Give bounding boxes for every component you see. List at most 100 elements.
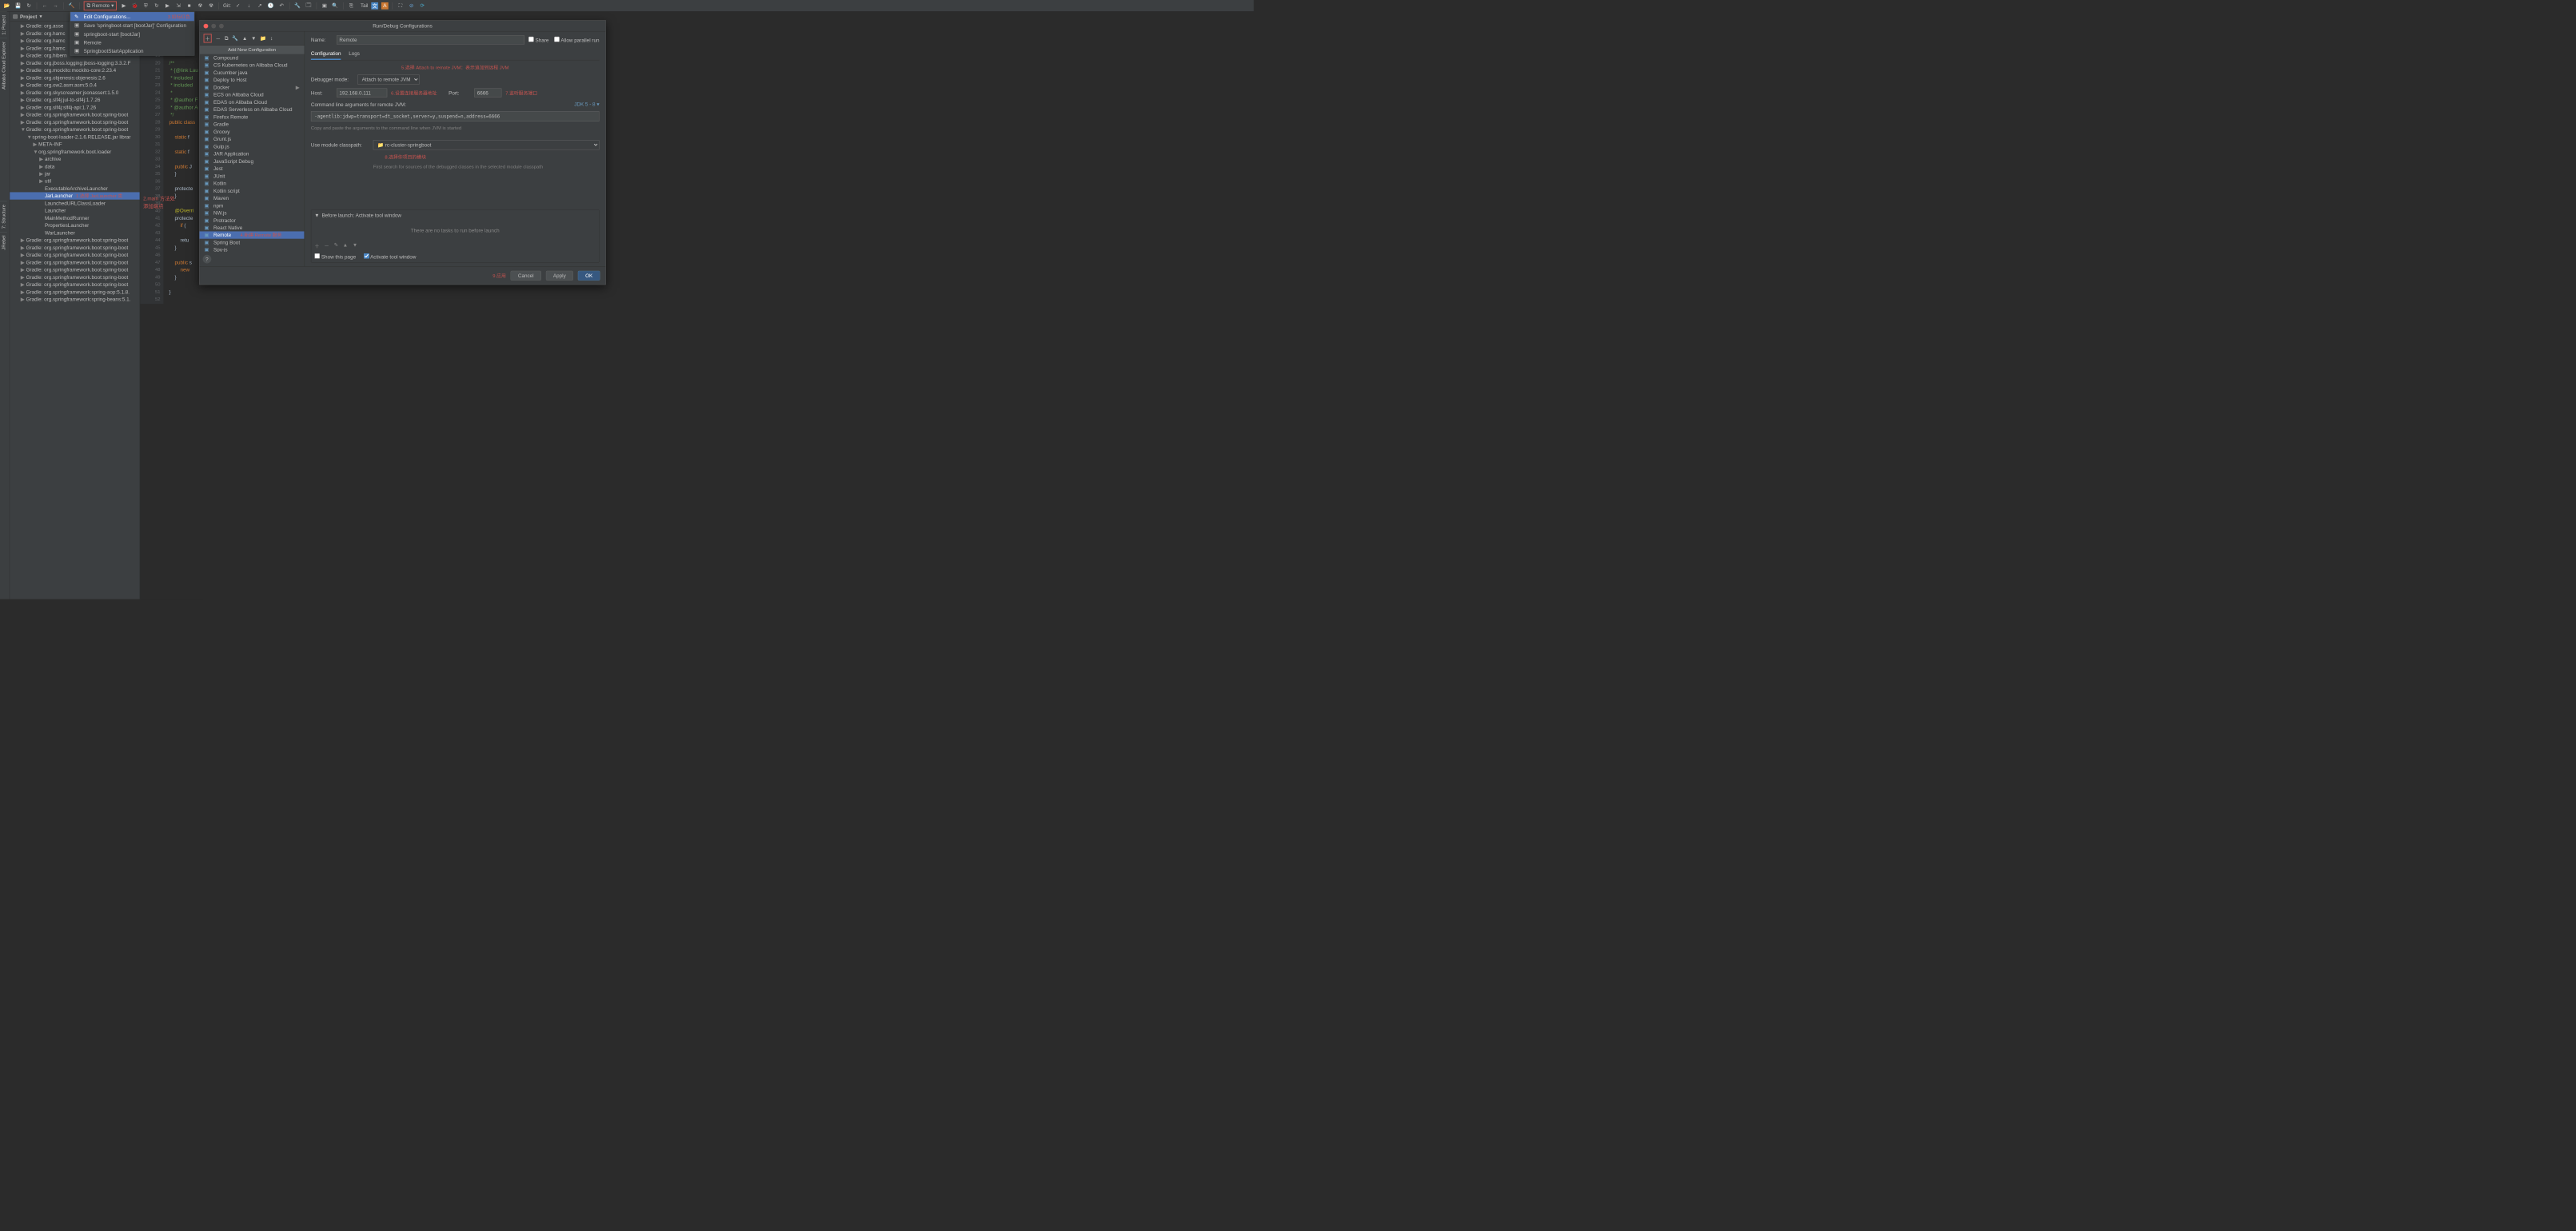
git-revert-icon[interactable]: ↶ — [277, 2, 285, 10]
task-remove-icon[interactable]: － — [324, 242, 329, 249]
tree-item[interactable]: ▶META-INF — [10, 141, 140, 148]
tree-item[interactable]: ▶Gradle: org.springframework.boot:spring… — [10, 237, 140, 244]
config-type-item[interactable]: ▣Docker▶ — [200, 84, 305, 91]
ok-icon[interactable]: ⛶ — [397, 2, 405, 10]
jdk-select[interactable]: JDK 5 - 8 ▾ — [574, 102, 599, 108]
task-down-icon[interactable]: ▼ — [353, 242, 357, 249]
git-push-icon[interactable]: ↗ — [256, 2, 264, 10]
tree-item[interactable]: ▶Gradle: org.springframework:spring-aop:… — [10, 289, 140, 296]
tree-item[interactable]: ▶Gradle: org.skyscreamer:jsonassert:1.5.… — [10, 89, 140, 96]
run-menu-item[interactable]: ✎Edit Configurations...3.如标红色 — [70, 12, 194, 21]
stop-icon[interactable]: ■ — [185, 2, 193, 10]
project-structure-icon[interactable]: 🗔 — [305, 2, 313, 10]
up-icon[interactable]: ▲ — [242, 35, 247, 41]
git-history-icon[interactable]: 🕓 — [267, 2, 275, 10]
before-launch-header[interactable]: ▼ Before launch: Activate tool window — [311, 210, 599, 221]
tree-item[interactable]: ▼Gradle: org.springframework.boot:spring… — [10, 125, 140, 133]
tree-item[interactable]: ▶Gradle: org.slf4j:jul-to-slf4j:1.7.26 — [10, 96, 140, 103]
run-menu-item[interactable]: ▣Remote — [70, 38, 194, 47]
jrebel-icon[interactable]: ☢ — [196, 2, 204, 10]
tree-item[interactable]: WarLauncher — [10, 229, 140, 237]
down-icon[interactable]: ▼ — [251, 35, 256, 41]
run-config-combo[interactable]: ⧉ Remote ▾ — [84, 1, 118, 10]
tree-item[interactable]: MainMethodRunner — [10, 214, 140, 221]
name-input[interactable] — [337, 35, 524, 44]
module-select[interactable]: 📁 rc-cluster-springboot — [373, 140, 600, 149]
config-type-item[interactable]: ▣NW.js — [200, 209, 305, 217]
run-menu-item[interactable]: ▣SpringbootStartApplication — [70, 46, 194, 55]
tree-item[interactable]: LaunchedURLClassLoader — [10, 200, 140, 207]
tab-configuration[interactable]: Configuration — [311, 48, 341, 60]
share-checkbox[interactable]: Share — [528, 37, 550, 43]
project-dropdown-icon[interactable]: ▾ — [39, 14, 42, 20]
profile-icon[interactable]: ↻ — [153, 2, 161, 10]
tree-item[interactable]: ▶Gradle: org.mockito:mockito-core:2.23.4 — [10, 66, 140, 74]
tree-item[interactable]: ▶Gradle: org.objenesis:objenesis:2.6 — [10, 74, 140, 81]
config-type-item[interactable]: ▣Kotlin — [200, 180, 305, 187]
help-icon[interactable]: ? — [203, 255, 212, 264]
tree-item[interactable]: ▶Gradle: org.springframework.boot:spring… — [10, 111, 140, 118]
config-type-item[interactable]: ▣Grunt.js — [200, 135, 305, 142]
run2-icon[interactable]: ▶ — [164, 2, 172, 10]
config-type-item[interactable]: ▣Maven — [200, 194, 305, 201]
tree-item[interactable]: ▶data — [10, 162, 140, 169]
stripe-structure[interactable]: 7: Structure — [0, 201, 7, 232]
jrebel2-icon[interactable]: ☢ — [207, 2, 215, 10]
tree-item[interactable]: ▼org.springframework.boot.loader — [10, 148, 140, 155]
ali-icon[interactable]: ⎘ — [347, 2, 355, 10]
attach-icon[interactable]: ⇲ — [174, 2, 182, 10]
config-type-item[interactable]: ▣Remote 4.新建 Remote 服务 — [200, 232, 305, 239]
search-icon[interactable]: 🔍 — [331, 2, 339, 10]
tree-item[interactable]: ▼spring-boot-loader-2.1.6.RELEASE.jar li… — [10, 133, 140, 140]
config-type-item[interactable]: ▣Groovy — [200, 128, 305, 135]
tree-item[interactable]: ▶Gradle: org.springframework.boot:spring… — [10, 118, 140, 125]
dialog-titlebar[interactable]: Run/Debug Configurations — [200, 21, 606, 32]
config-type-item[interactable]: ▣ECS on Alibaba Cloud — [200, 91, 305, 98]
stripe-project[interactable]: 1: Project — [0, 12, 7, 38]
tree-item[interactable]: ▶Gradle: org.springframework.boot:spring… — [10, 266, 140, 273]
tree-item[interactable]: PropertiesLauncher — [10, 221, 140, 229]
host-input[interactable] — [337, 88, 387, 97]
config-type-item[interactable]: ▣Kotlin script — [200, 187, 305, 194]
tab-logs[interactable]: Logs — [349, 48, 360, 60]
config-type-item[interactable]: ▣Jest — [200, 165, 305, 172]
config-type-item[interactable]: ▣Deploy to Host — [200, 76, 305, 83]
tree-item[interactable]: ▶Gradle: org.jboss.logging:jboss-logging… — [10, 59, 140, 66]
config-type-item[interactable]: ▣Protractor — [200, 217, 305, 224]
tree-item[interactable]: ExecutableArchiveLauncher — [10, 185, 140, 192]
debugger-mode-select[interactable]: Attach to remote JVM — [357, 74, 419, 84]
tree-item[interactable]: ▶util — [10, 177, 140, 185]
folder-icon[interactable]: 📁 — [260, 35, 266, 42]
translate2-icon[interactable]: A — [381, 2, 389, 10]
redo-icon[interactable]: → — [52, 2, 60, 10]
debug-icon[interactable]: 🐞 — [131, 2, 139, 10]
config-type-item[interactable]: ▣Cucumber java — [200, 69, 305, 76]
tree-item[interactable]: ▶Gradle: org.springframework.boot:spring… — [10, 273, 140, 281]
config-type-item[interactable]: ▣Firefox Remote — [200, 114, 305, 121]
tree-item[interactable]: JarLauncher1.选择 JarLauncher 类 — [10, 192, 140, 199]
stripe-alibaba[interactable]: Alibaba Cloud Explorer — [0, 38, 7, 93]
tree-item[interactable]: ▶jar — [10, 170, 140, 177]
tree-item[interactable]: ▶Gradle: org.springframework.boot:spring… — [10, 244, 140, 251]
run-icon[interactable]: ▶ — [120, 2, 128, 10]
allow-parallel-checkbox[interactable]: Allow parallel run — [554, 37, 599, 43]
config-type-item[interactable]: ▣Gradle — [200, 121, 305, 128]
config-type-item[interactable]: ▣JAR Application — [200, 150, 305, 157]
config-type-item[interactable]: ▣Compound — [200, 54, 305, 62]
cancel-button[interactable]: Cancel — [511, 271, 541, 281]
sort-icon[interactable]: ↕ — [270, 35, 273, 41]
task-add-icon[interactable]: ＋ — [314, 242, 319, 249]
ok-button[interactable]: OK — [578, 271, 600, 281]
config-type-item[interactable]: ▣npm — [200, 202, 305, 209]
config-type-item[interactable]: ▣JavaScript Debug — [200, 157, 305, 165]
git-commit-icon[interactable]: ↓ — [245, 2, 253, 10]
translate-icon[interactable]: 文 — [371, 2, 378, 10]
tree-item[interactable]: ▶archive — [10, 155, 140, 162]
task-up-icon[interactable]: ▲ — [343, 242, 348, 249]
config-type-item[interactable]: ▣Spring Boot — [200, 239, 305, 246]
config-type-item[interactable]: ▣CS Kubernetes on Alibaba Cloud — [200, 62, 305, 69]
save-icon[interactable]: 💾 — [14, 2, 22, 10]
task-edit-icon[interactable]: ✎ — [334, 242, 338, 249]
tree-item[interactable]: Launcher — [10, 207, 140, 214]
tree-item[interactable]: ▶Gradle: org.springframework.boot:spring… — [10, 251, 140, 258]
